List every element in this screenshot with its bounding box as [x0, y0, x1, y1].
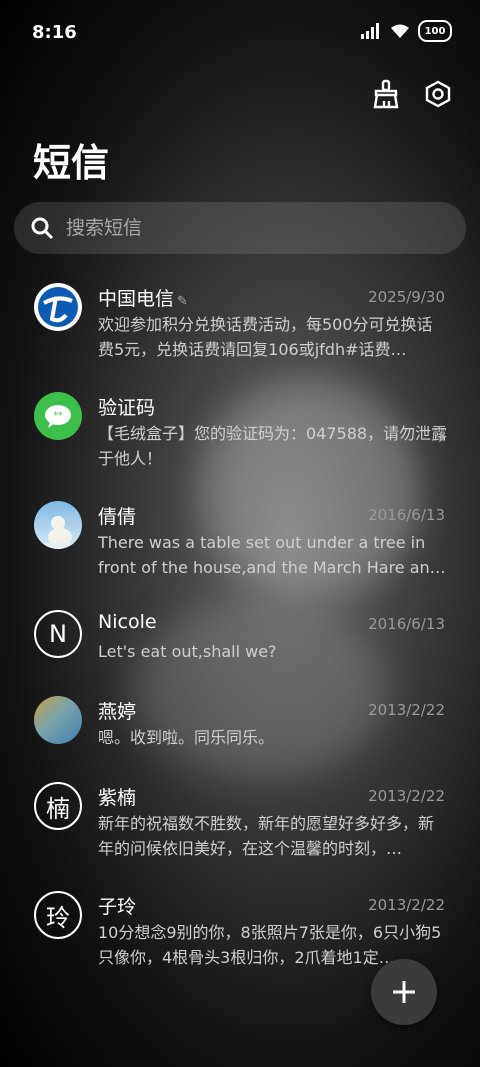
- status-icons: 100: [360, 20, 452, 42]
- polar-bear-avatar-icon: [34, 501, 82, 549]
- search-bar[interactable]: [14, 202, 466, 254]
- page-title: 短信: [33, 141, 110, 185]
- avatar-letter: N: [34, 610, 82, 658]
- search-icon: [31, 217, 54, 240]
- message-date: 2013/2/22: [368, 787, 445, 805]
- conversation-item[interactable]: 燕婷 2013/2/22 嗯。收到啦。同乐同乐。: [0, 683, 480, 769]
- signal-icon: [361, 23, 379, 39]
- clean-brush-icon[interactable]: [370, 78, 402, 110]
- conversation-item[interactable]: 中国电信 ✎ 2025/9/30 欢迎参加积分兑换话费活动，每500分可兑换话费5…: [0, 270, 480, 379]
- message-date: 2025/9/30: [368, 288, 445, 306]
- avatar-letter: 玲: [34, 891, 82, 939]
- contact-name: 紫楠: [98, 787, 137, 809]
- contact-name: 中国电信: [98, 288, 175, 310]
- plus-icon: [393, 981, 415, 1003]
- chevron-right-icon: ›: [437, 425, 446, 450]
- avatar-letter: 楠: [34, 782, 82, 830]
- conversation-item[interactable]: ** 验证码 【毛绒盒子】您的验证码为：047588，请勿泄露于他人！ ›: [0, 379, 480, 488]
- search-input[interactable]: [64, 216, 466, 240]
- top-actions: [370, 78, 454, 110]
- message-date: 2013/2/22: [368, 701, 445, 719]
- status-time: 8:16: [32, 22, 77, 43]
- message-preview: There was a table set out under a tree i…: [98, 533, 446, 577]
- contact-name: 燕婷: [98, 701, 137, 723]
- conversation-list: 中国电信 ✎ 2025/9/30 欢迎参加积分兑换话费活动，每500分可兑换话费5…: [0, 270, 480, 987]
- svg-text:**: **: [54, 411, 64, 421]
- contact-name: 验证码: [98, 397, 156, 419]
- message-bubble-icon: **: [34, 392, 82, 440]
- message-preview: 【毛绒盒子】您的验证码为：047588，请勿泄露于他人！: [98, 424, 448, 468]
- wifi-icon: [391, 24, 409, 38]
- message-preview: Let's eat out,shall we?: [98, 642, 277, 661]
- new-message-button[interactable]: [371, 959, 437, 1025]
- conversation-item[interactable]: 楠 紫楠 2013/2/22 新年的祝福数不胜数，新年的愿望好多好多，新年的问候…: [0, 769, 480, 878]
- contact-name: Nicole: [98, 611, 157, 633]
- message-preview: 新年的祝福数不胜数，新年的愿望好多好多，新年的问候依旧美好，在这个温馨的时刻，…: [98, 814, 435, 858]
- conversation-item[interactable]: N Nicole 2016/6/13 Let's eat out,shall w…: [0, 597, 480, 683]
- message-date: 2013/2/22: [368, 896, 445, 914]
- contact-name: 倩倩: [98, 506, 137, 528]
- conversation-item[interactable]: 倩倩 2016/6/13 There was a table set out u…: [0, 488, 480, 597]
- message-preview: 嗯。收到啦。同乐同乐。: [98, 728, 275, 747]
- message-date: 2016/6/13: [368, 615, 445, 633]
- settings-gear-icon[interactable]: [422, 78, 454, 110]
- status-bar: 8:16 100: [0, 0, 480, 68]
- pencil-icon: ✎: [177, 294, 188, 309]
- china-telecom-logo-icon: [34, 283, 82, 331]
- landscape-avatar-icon: [34, 696, 82, 744]
- contact-name: 子玲: [98, 896, 137, 918]
- message-preview: 欢迎参加积分兑换话费活动，每500分可兑换话费5元，兑换话费请回复106或jfd…: [98, 315, 433, 359]
- message-date: 2016/6/13: [368, 506, 445, 524]
- battery-icon: 100: [418, 20, 452, 42]
